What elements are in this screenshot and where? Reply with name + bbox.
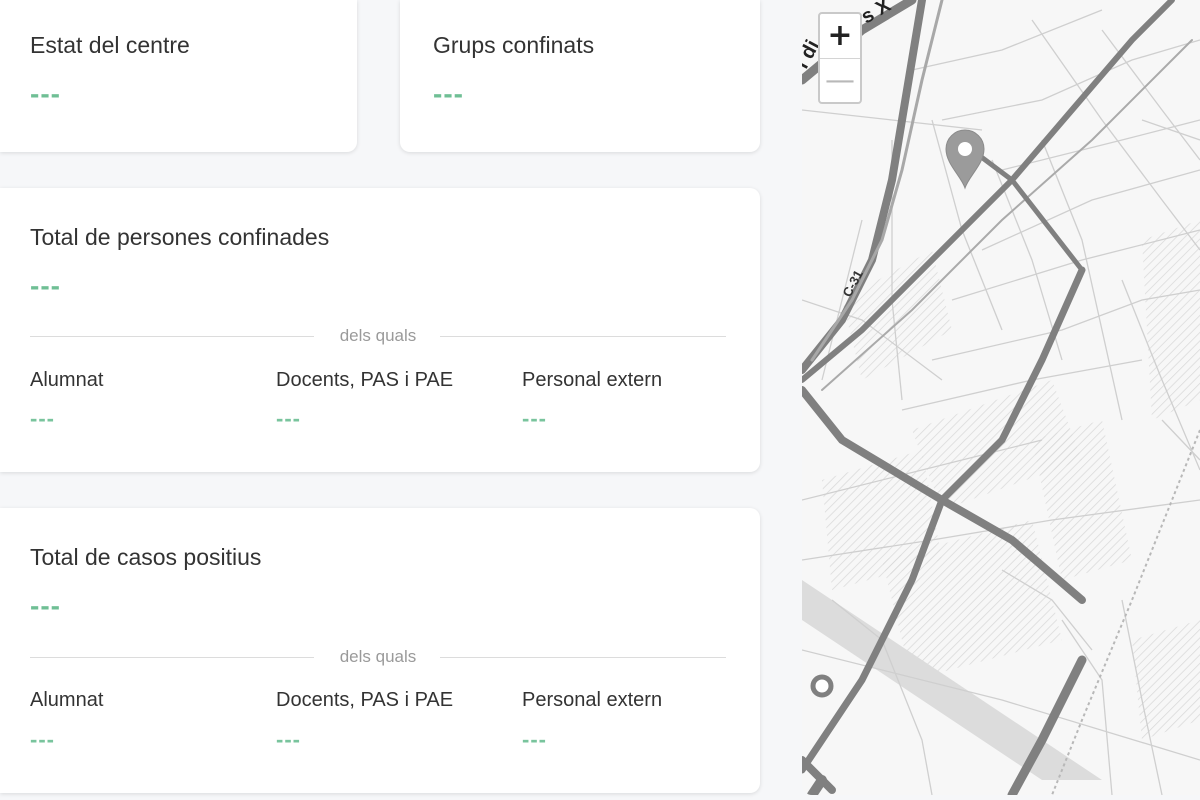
zoom-out-button[interactable]: — xyxy=(820,59,860,103)
card-grups-confinats: Grups confinats --- xyxy=(400,0,760,152)
breakdown-value-extern: --- xyxy=(522,727,547,752)
breakdown-value-alumnat: --- xyxy=(30,406,55,431)
breakdown-value-docents: --- xyxy=(276,727,301,752)
roundabout xyxy=(810,674,834,698)
map-area xyxy=(1142,220,1200,420)
breakdown-label-alumnat: Alumnat xyxy=(30,369,104,391)
map-view[interactable]: C-31 s X l di + — xyxy=(802,0,1200,795)
zoom-control: + — xyxy=(818,12,862,104)
breakdown-label-extern: Personal extern xyxy=(522,689,663,711)
breakdown-label-docents: Docents, PAS i PAE xyxy=(276,689,454,711)
card-title: Total de persones confinades xyxy=(30,224,330,250)
zoom-in-button[interactable]: + xyxy=(820,14,860,59)
card-persones-confinades: Total de persones confinades --- dels qu… xyxy=(0,188,760,472)
card-value: --- xyxy=(433,78,464,109)
card-casos-positius: Total de casos positius --- dels quals A… xyxy=(0,508,760,793)
card-value: --- xyxy=(30,78,61,109)
card-estat-centre: Estat del centre --- xyxy=(0,0,357,152)
card-title: Total de casos positius xyxy=(30,544,262,570)
breakdown-label-docents: Docents, PAS i PAE xyxy=(276,369,454,391)
divider: dels quals xyxy=(30,326,726,346)
breakdown-label-extern: Personal extern xyxy=(522,369,663,391)
divider-label: dels quals xyxy=(339,647,417,666)
divider-label: dels quals xyxy=(339,326,417,345)
map-canvas[interactable]: C-31 s X l di xyxy=(802,0,1200,795)
breakdown-label-alumnat: Alumnat xyxy=(30,689,104,711)
card-value: --- xyxy=(30,270,61,301)
card-value: --- xyxy=(30,590,61,621)
map-area xyxy=(1132,620,1200,740)
card-title: Estat del centre xyxy=(30,32,190,58)
divider: dels quals xyxy=(30,647,726,667)
breakdown-value-alumnat: --- xyxy=(30,727,55,752)
card-title: Grups confinats xyxy=(433,32,595,58)
breakdown-value-docents: --- xyxy=(276,406,301,431)
breakdown-value-extern: --- xyxy=(522,406,547,431)
